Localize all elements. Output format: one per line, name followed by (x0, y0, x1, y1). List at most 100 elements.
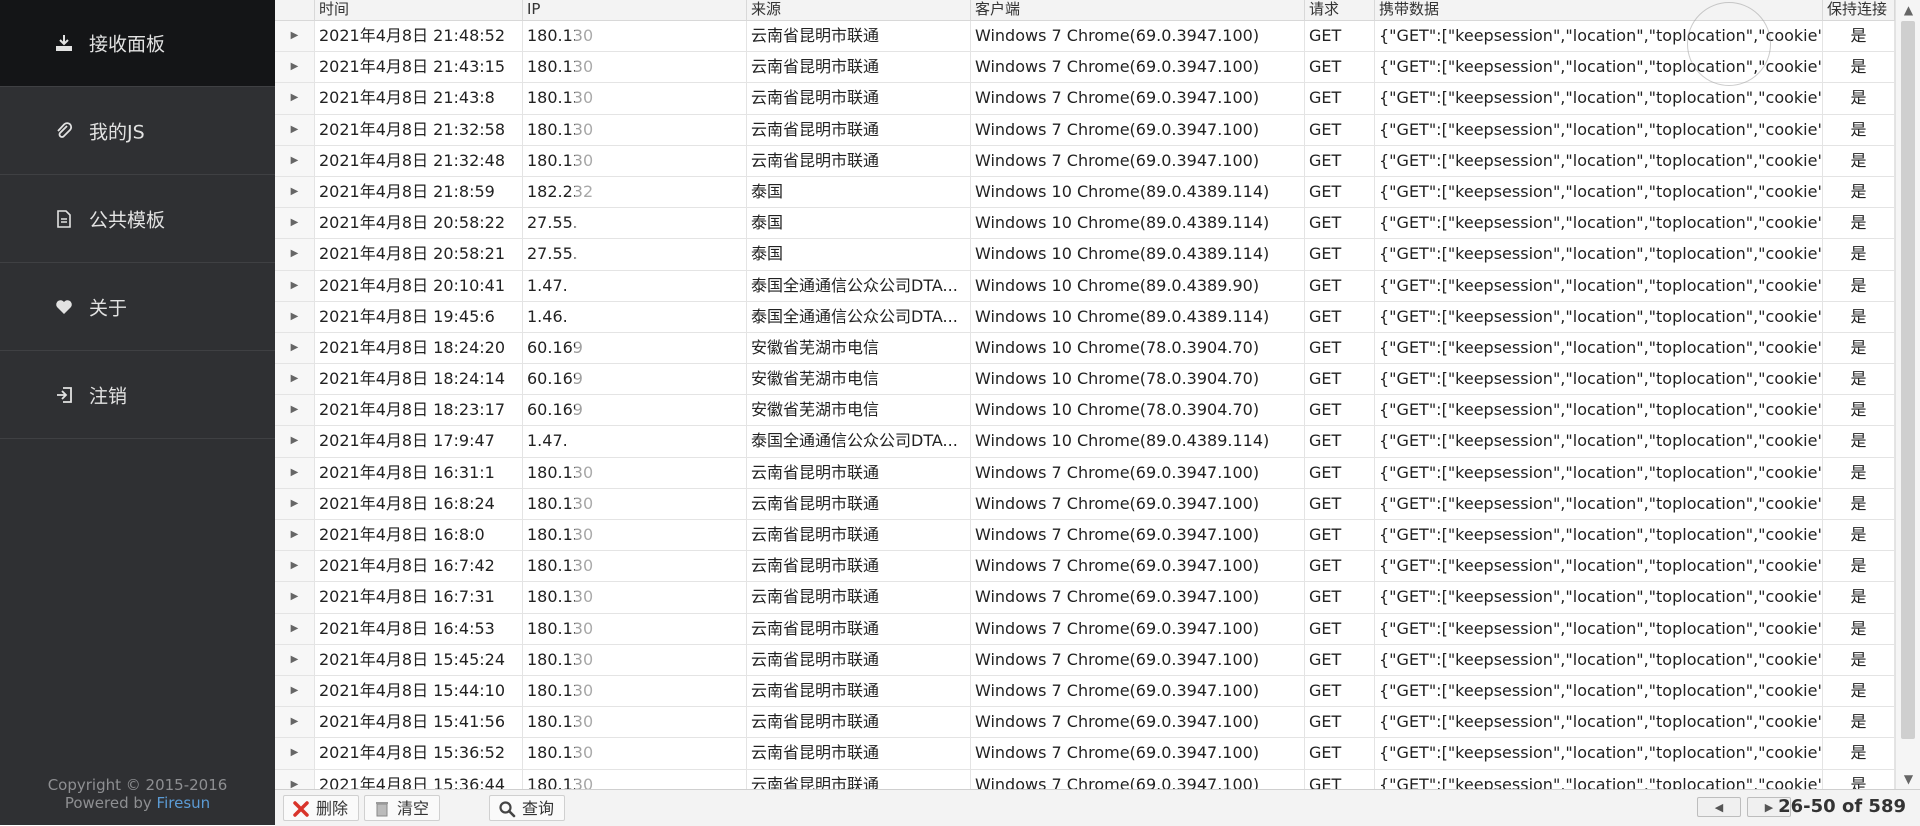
table-row[interactable]: ▶ 2021年4月8日 15:41:56 180.130 云南省昆明市联通 Window… (275, 707, 1895, 739)
row-expander-icon[interactable]: ▶ (275, 613, 315, 644)
column-header-time[interactable]: 时间 (315, 0, 523, 20)
cell-method: GET (1305, 301, 1375, 332)
table-row[interactable]: ▶ 2021年4月8日 21:48:52 180.130 云南省昆明市联通 Window… (275, 21, 1895, 53)
table-row[interactable]: ▶ 2021年4月8日 18:23:17 60.169 安徽省芜湖市电信 Windows… (275, 395, 1895, 427)
row-expander-icon[interactable]: ▶ (275, 52, 315, 83)
ip-redaction-blur (575, 555, 665, 578)
table-row[interactable]: ▶ 2021年4月8日 20:10:41 1.47. 泰国全通通信公众公司DTA...… (275, 270, 1895, 302)
column-header-client[interactable]: 客户端 (971, 0, 1305, 20)
nav-item-public-templates[interactable]: 公共模板 (0, 176, 275, 263)
table-row[interactable]: ▶ 2021年4月8日 18:24:14 60.169 安徽省芜湖市电信 Windows… (275, 364, 1895, 396)
row-expander-icon[interactable]: ▶ (275, 208, 315, 239)
cell-keep: 是 (1823, 457, 1895, 488)
download-icon (56, 35, 72, 51)
row-expander-icon[interactable]: ▶ (275, 707, 315, 738)
table-row[interactable]: ▶ 2021年4月8日 21:8:59 182.232 泰国 Windows 10 Ch… (275, 176, 1895, 209)
cell-keep: 是 (1823, 83, 1895, 114)
ip-redaction-blur (575, 212, 665, 235)
nav-item-logout[interactable]: 注销 (0, 352, 275, 439)
row-expander-icon[interactable]: ▶ (275, 488, 315, 519)
row-expander-icon[interactable]: ▶ (275, 114, 315, 145)
prev-page-button[interactable]: ◀ (1697, 797, 1741, 817)
table-row[interactable]: ▶ 2021年4月8日 17:9:47 1.47. 泰国全通通信公众公司DTA... W… (275, 426, 1895, 458)
row-expander-icon[interactable]: ▶ (275, 145, 315, 176)
scroll-thumb[interactable] (1901, 21, 1915, 739)
ip-redaction-blur (575, 679, 665, 702)
cell-data: {"GET":["keepsession","location","toploc… (1375, 644, 1823, 675)
cell-keep: 是 (1823, 644, 1895, 675)
row-expander-icon[interactable]: ▶ (275, 675, 315, 707)
row-expander-icon[interactable]: ▶ (275, 769, 315, 789)
cell-ip: 180.130 (523, 707, 747, 738)
cell-client: Windows 7 Chrome(69.0.3947.100) (971, 457, 1305, 488)
row-expander-icon[interactable]: ▶ (275, 520, 315, 551)
document-icon (57, 210, 71, 228)
row-expander-icon[interactable]: ▶ (275, 395, 315, 426)
table-row[interactable]: ▶ 2021年4月8日 21:32:48 180.130 云南省昆明市联通 Window… (275, 145, 1895, 177)
delete-label: 删除 (316, 799, 349, 818)
column-header-data[interactable]: 携带数据 (1375, 0, 1823, 20)
row-expander-icon[interactable]: ▶ (275, 270, 315, 301)
nav-item-label: 我的JS (89, 121, 145, 144)
table-row[interactable]: ▶ 2021年4月8日 16:8:24 180.130 云南省昆明市联通 Windows… (275, 488, 1895, 520)
pager-text: 26-50 of 589 (1778, 796, 1906, 817)
column-header-ip[interactable]: IP (523, 0, 747, 20)
table-row[interactable]: ▶ 2021年4月8日 16:31:1 180.130 云南省昆明市联通 Windows… (275, 457, 1895, 489)
cell-keep: 是 (1823, 208, 1895, 239)
table-row[interactable]: ▶ 2021年4月8日 21:43:15 180.130 云南省昆明市联通 Window… (275, 52, 1895, 84)
row-expander-icon[interactable]: ▶ (275, 644, 315, 675)
clear-button[interactable]: 清空 (364, 795, 441, 821)
column-header-source[interactable]: 来源 (747, 0, 971, 20)
cell-source: 云南省昆明市联通 (747, 582, 971, 613)
table-row[interactable]: ▶ 2021年4月8日 16:7:42 180.130 云南省昆明市联通 Windows… (275, 551, 1895, 583)
table-row[interactable]: ▶ 2021年4月8日 15:36:44 180.130 云南省昆明市联通 Window… (275, 769, 1895, 789)
table-row[interactable]: ▶ 2021年4月8日 20:58:21 27.55. 泰国 Windows 10 Ch… (275, 239, 1895, 271)
firesun-link[interactable]: Firesun (157, 794, 211, 812)
row-expander-icon[interactable]: ▶ (275, 83, 315, 114)
table-row[interactable]: ▶ 2021年4月8日 15:44:10 180.130 云南省昆明市联通 Window… (275, 675, 1895, 708)
scroll-down-arrow-icon[interactable]: ▼ (1896, 769, 1920, 789)
ip-redaction-blur (575, 87, 665, 110)
table-row[interactable]: ▶ 2021年4月8日 18:24:20 60.169 安徽省芜湖市电信 Windows… (275, 332, 1895, 365)
copyright: Copyright © 2015-2016 Powered by Firesun (0, 776, 275, 812)
row-expander-icon[interactable]: ▶ (275, 551, 315, 582)
row-expander-icon[interactable]: ▶ (275, 301, 315, 332)
cell-data: {"GET":["keepsession","location","toploc… (1375, 83, 1823, 114)
table-row[interactable]: ▶ 2021年4月8日 16:8:0 180.130 云南省昆明市联通 Windows … (275, 520, 1895, 552)
table-row[interactable]: ▶ 2021年4月8日 15:45:24 180.130 云南省昆明市联通 Window… (275, 644, 1895, 676)
row-expander-icon[interactable]: ▶ (275, 738, 315, 769)
cell-data: {"GET":["keepsession","location","toploc… (1375, 426, 1823, 457)
nav-item-about[interactable]: 关于 (0, 264, 275, 351)
query-button[interactable]: 查询 (489, 795, 566, 821)
ip-redaction-blur (575, 25, 665, 47)
table-row[interactable]: ▶ 2021年4月8日 21:43:8 180.130 云南省昆明市联通 Windows… (275, 83, 1895, 115)
nav-item-receive-panel[interactable]: 接收面板 (0, 0, 275, 87)
logout-icon (57, 387, 72, 403)
table-row[interactable]: ▶ 2021年4月8日 16:7:31 180.130 云南省昆明市联通 Windows… (275, 582, 1895, 614)
table-row[interactable]: ▶ 2021年4月8日 15:36:52 180.130 云南省昆明市联通 Window… (275, 738, 1895, 770)
cell-method: GET (1305, 738, 1375, 769)
column-header-method[interactable]: 请求 (1305, 0, 1375, 20)
table-row[interactable]: ▶ 2021年4月8日 19:45:6 1.46. 泰国全通通信公众公司DTA... W… (275, 301, 1895, 333)
table-row[interactable]: ▶ 2021年4月8日 20:58:22 27.55. 泰国 Windows 10 Ch… (275, 208, 1895, 240)
row-expander-icon[interactable]: ▶ (275, 426, 315, 457)
row-expander-icon[interactable]: ▶ (275, 239, 315, 270)
row-expander-icon[interactable]: ▶ (275, 21, 315, 52)
table-row[interactable]: ▶ 2021年4月8日 21:32:58 180.130 云南省昆明市联通 Window… (275, 114, 1895, 146)
nav-item-my-js[interactable]: 我的JS (0, 88, 275, 175)
cell-keep: 是 (1823, 21, 1895, 52)
row-expander-icon[interactable]: ▶ (275, 332, 315, 364)
column-header-keep[interactable]: 保持连接 (1823, 0, 1895, 20)
table-row[interactable]: ▶ 2021年4月8日 16:4:53 180.130 云南省昆明市联通 Windows… (275, 613, 1895, 645)
row-expander-icon[interactable]: ▶ (275, 176, 315, 208)
row-expander-icon[interactable]: ▶ (275, 364, 315, 395)
row-expander-icon[interactable]: ▶ (275, 457, 315, 488)
cell-source: 云南省昆明市联通 (747, 613, 971, 644)
delete-button[interactable]: 删除 (283, 795, 360, 821)
cell-client: Windows 10 Chrome(89.0.4389.114) (971, 426, 1305, 457)
cell-data: {"GET":["keepsession","location","toploc… (1375, 145, 1823, 176)
scroll-up-arrow-icon[interactable]: ▲ (1896, 0, 1920, 20)
row-expander-icon[interactable]: ▶ (275, 582, 315, 613)
vertical-scrollbar[interactable]: ▲ ▼ (1895, 0, 1920, 789)
header-expander[interactable] (275, 0, 315, 20)
